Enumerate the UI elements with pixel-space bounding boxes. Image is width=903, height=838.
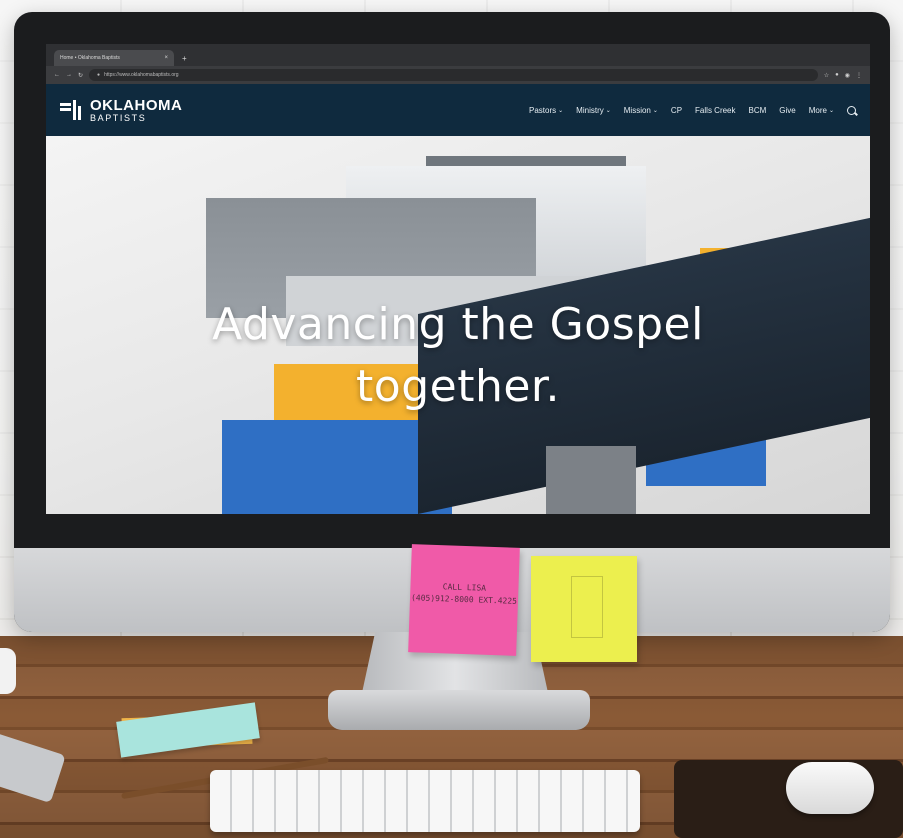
- main-menu: Pastors ⌄ Ministry ⌄ Mission ⌄ CP Falls Cre…: [529, 105, 856, 115]
- menu-dots-icon[interactable]: ⋮: [856, 72, 862, 79]
- new-tab-button[interactable]: +: [182, 54, 187, 63]
- sticky-note-pink: CALL LISA (405)912-8000 EXT.4225: [408, 544, 520, 656]
- address-bar-row: ← → ↻ ● https://www.oklahomabaptists.org…: [46, 66, 870, 84]
- search-icon[interactable]: [847, 105, 856, 115]
- forward-icon[interactable]: →: [66, 72, 72, 78]
- tab-title: Home • Oklahoma Baptists: [60, 55, 120, 61]
- extension-icon[interactable]: ●: [835, 72, 839, 79]
- site-logo[interactable]: OKLAHOMA BAPTISTS: [60, 98, 182, 123]
- menu-item-more[interactable]: More ⌄: [809, 106, 834, 115]
- browser-tab-bar: Home • Oklahoma Baptists × +: [46, 44, 870, 66]
- chevron-down-icon: ⌄: [605, 107, 611, 114]
- menu-item-pastors[interactable]: Pastors ⌄: [529, 106, 563, 115]
- monitor-stand-base: [328, 690, 590, 730]
- browser-tab[interactable]: Home • Oklahoma Baptists ×: [54, 50, 174, 66]
- bookmark-star-icon[interactable]: ☆: [824, 72, 829, 79]
- profile-icon[interactable]: ◉: [845, 72, 850, 79]
- keyboard: [210, 770, 640, 832]
- desk-scene: Home • Oklahoma Baptists × + ← → ↻ ● htt…: [0, 0, 903, 838]
- back-icon[interactable]: ←: [54, 72, 60, 78]
- sticky-note-yellow: [531, 556, 637, 662]
- reload-icon[interactable]: ↻: [78, 72, 83, 79]
- menu-item-ministry[interactable]: Ministry ⌄: [576, 106, 611, 115]
- mug: [0, 648, 16, 694]
- logo-mark-icon: [60, 98, 84, 122]
- hero-block: [546, 446, 636, 514]
- lock-icon: ●: [97, 72, 101, 78]
- hero-heading: Advancing the Gospel together.: [212, 299, 704, 412]
- chevron-down-icon: ⌄: [828, 107, 834, 114]
- chevron-down-icon: ⌄: [558, 107, 564, 114]
- menu-item-mission[interactable]: Mission ⌄: [624, 106, 658, 115]
- menu-item-falls-creek[interactable]: Falls Creek: [695, 106, 735, 115]
- logo-text-baptists: BAPTISTS: [90, 112, 147, 123]
- chevron-down-icon: ⌄: [652, 107, 658, 114]
- menu-item-cp[interactable]: CP: [671, 106, 682, 115]
- url-text: https://www.oklahomabaptists.org: [104, 72, 179, 78]
- monitor-screen: Home • Oklahoma Baptists × + ← → ↻ ● htt…: [46, 44, 870, 514]
- hero-banner: Advancing the Gospel together.: [46, 136, 870, 514]
- site-header: OKLAHOMA BAPTISTS Pastors ⌄ Ministry ⌄ Mis…: [46, 84, 870, 136]
- address-bar[interactable]: ● https://www.oklahomabaptists.org: [89, 69, 818, 81]
- logo-text-oklahoma: OKLAHOMA: [90, 96, 183, 114]
- menu-item-bcm[interactable]: BCM: [749, 106, 767, 115]
- mouse: [786, 762, 874, 814]
- menu-item-give[interactable]: Give: [779, 106, 795, 115]
- close-tab-icon[interactable]: ×: [164, 55, 168, 61]
